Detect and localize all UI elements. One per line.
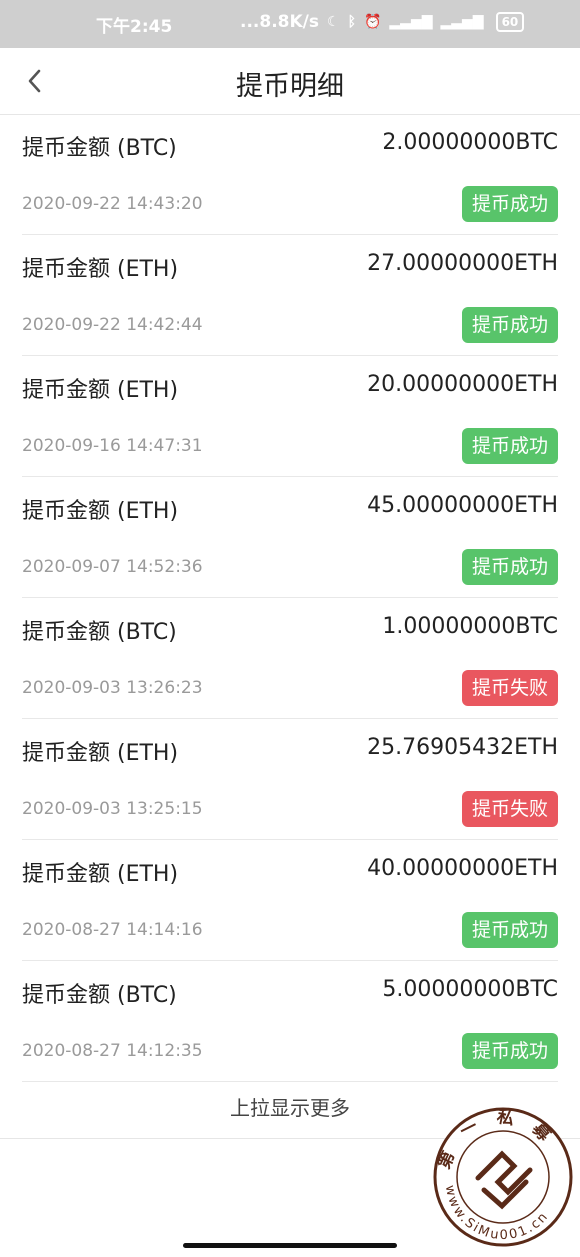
- status-badge: 提币成功: [462, 186, 558, 222]
- list-item[interactable]: 提币金额 (ETH) 20.00000000ETH 2020-09-16 14:…: [22, 356, 558, 477]
- list-item[interactable]: 提币金额 (ETH) 25.76905432ETH 2020-09-03 13:…: [22, 719, 558, 840]
- record-label: 提币金额 (BTC): [22, 136, 177, 161]
- withdrawal-list: 提币金额 (BTC) 2.00000000BTC 2020-09-22 14:4…: [0, 114, 580, 1082]
- record-label: 提币金额 (BTC): [22, 983, 177, 1008]
- status-badge: 提币成功: [462, 428, 558, 464]
- list-item[interactable]: 提币金额 (BTC) 2.00000000BTC 2020-09-22 14:4…: [22, 114, 558, 235]
- list-item[interactable]: 提币金额 (BTC) 5.00000000BTC 2020-08-27 14:1…: [22, 961, 558, 1082]
- record-date: 2020-09-22 14:43:20: [22, 194, 203, 214]
- signal-icon-2: ▂▃▅▇: [440, 14, 484, 30]
- record-amount: 45.00000000ETH: [367, 493, 558, 518]
- signal-icon: ▂▃▅▇: [389, 14, 433, 30]
- record-amount: 5.00000000BTC: [382, 977, 558, 1002]
- record-label: 提币金额 (ETH): [22, 741, 179, 766]
- page-title: 提币明细: [236, 71, 344, 102]
- bluetooth-icon: ᛒ: [347, 14, 356, 30]
- record-amount: 20.00000000ETH: [367, 372, 558, 397]
- record-date: 2020-08-27 14:14:16: [22, 920, 203, 940]
- status-bar: 下午2:45 ...8.8K/s ☾ ᛒ ⏰ ▂▃▅▇ ▂▃▅▇ 60: [0, 0, 580, 48]
- battery-icon: 60: [495, 12, 525, 32]
- record-label: 提币金额 (ETH): [22, 257, 179, 282]
- record-amount: 1.00000000BTC: [382, 614, 558, 639]
- status-badge: 提币成功: [462, 307, 558, 343]
- status-badge: 提币成功: [462, 549, 558, 585]
- record-amount: 2.00000000BTC: [382, 130, 558, 155]
- record-label: 提币金额 (ETH): [22, 862, 179, 887]
- record-label: 提币金额 (BTC): [22, 620, 177, 645]
- app-header: 提币明细: [0, 48, 580, 115]
- status-badge: 提币失败: [462, 670, 558, 706]
- home-indicator[interactable]: [183, 1243, 397, 1248]
- record-label: 提币金额 (ETH): [22, 378, 179, 403]
- moon-icon: ☾: [327, 14, 340, 30]
- network-speed: ...8.8K/s: [240, 12, 319, 32]
- list-item[interactable]: 提币金额 (BTC) 1.00000000BTC 2020-09-03 13:2…: [22, 598, 558, 719]
- record-amount: 40.00000000ETH: [367, 856, 558, 881]
- record-date: 2020-09-07 14:52:36: [22, 557, 203, 577]
- record-label: 提币金额 (ETH): [22, 499, 179, 524]
- record-amount: 25.76905432ETH: [367, 735, 558, 760]
- record-date: 2020-09-22 14:42:44: [22, 315, 203, 335]
- status-badge: 提币失败: [462, 791, 558, 827]
- record-date: 2020-09-03 13:26:23: [22, 678, 203, 698]
- status-badge: 提币成功: [462, 1033, 558, 1069]
- status-icons: ...8.8K/s ☾ ᛒ ⏰ ▂▃▅▇ ▂▃▅▇ 60: [240, 12, 525, 32]
- record-date: 2020-09-16 14:47:31: [22, 436, 203, 456]
- list-item[interactable]: 提币金额 (ETH) 40.00000000ETH 2020-08-27 14:…: [22, 840, 558, 961]
- list-item[interactable]: 提币金额 (ETH) 27.00000000ETH 2020-09-22 14:…: [22, 235, 558, 356]
- record-amount: 27.00000000ETH: [367, 251, 558, 276]
- watermark-seal: 第一私募 www.SiMu001.cn: [433, 1107, 573, 1247]
- alarm-icon: ⏰: [363, 14, 382, 30]
- status-badge: 提币成功: [462, 912, 558, 948]
- record-date: 2020-08-27 14:12:35: [22, 1041, 203, 1061]
- status-time: 下午2:45: [96, 17, 173, 37]
- list-item[interactable]: 提币金额 (ETH) 45.00000000ETH 2020-09-07 14:…: [22, 477, 558, 598]
- record-date: 2020-09-03 13:25:15: [22, 799, 203, 819]
